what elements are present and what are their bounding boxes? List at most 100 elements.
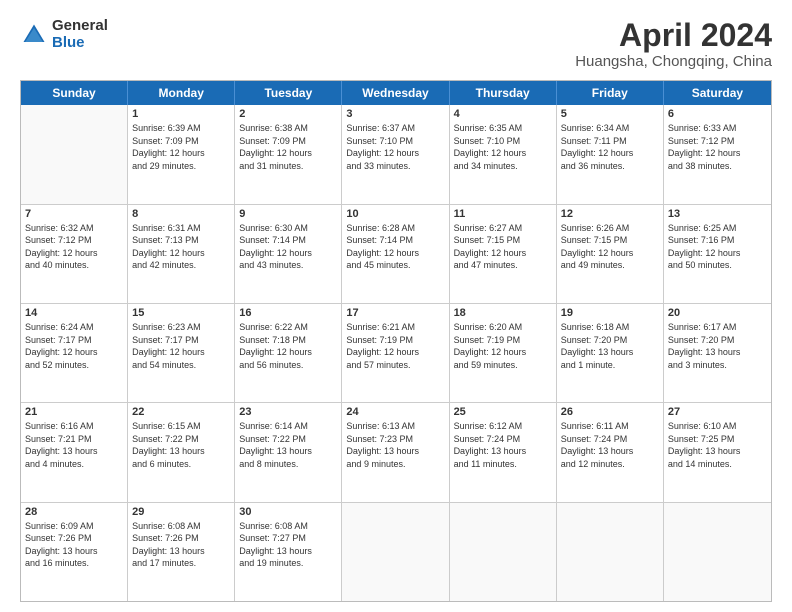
day-number: 24 bbox=[346, 406, 444, 418]
calendar-cell: 17Sunrise: 6:21 AMSunset: 7:19 PMDayligh… bbox=[342, 304, 449, 402]
cell-info-line: Daylight: 12 hours bbox=[25, 346, 123, 359]
calendar-cell: 14Sunrise: 6:24 AMSunset: 7:17 PMDayligh… bbox=[21, 304, 128, 402]
cell-info-line: Sunset: 7:13 PM bbox=[132, 234, 230, 247]
day-header: Monday bbox=[128, 81, 235, 105]
cell-info-line: Daylight: 12 hours bbox=[561, 247, 659, 260]
cell-info-line: and 11 minutes. bbox=[454, 458, 552, 471]
calendar-cell bbox=[342, 503, 449, 601]
cell-info-line: Sunrise: 6:18 AM bbox=[561, 321, 659, 334]
cell-info-line: Daylight: 13 hours bbox=[132, 545, 230, 558]
cell-info-line: and 45 minutes. bbox=[346, 259, 444, 272]
day-number: 17 bbox=[346, 307, 444, 319]
cell-info-line: Sunset: 7:27 PM bbox=[239, 532, 337, 545]
calendar-cell: 19Sunrise: 6:18 AMSunset: 7:20 PMDayligh… bbox=[557, 304, 664, 402]
calendar-cell: 1Sunrise: 6:39 AMSunset: 7:09 PMDaylight… bbox=[128, 105, 235, 203]
cell-info-line: Sunset: 7:10 PM bbox=[346, 135, 444, 148]
cell-info-line: Daylight: 12 hours bbox=[25, 247, 123, 260]
cell-info-line: Sunrise: 6:37 AM bbox=[346, 122, 444, 135]
cell-info-line: Daylight: 13 hours bbox=[346, 445, 444, 458]
day-header: Thursday bbox=[450, 81, 557, 105]
cell-info-line: Daylight: 13 hours bbox=[561, 346, 659, 359]
cell-info-line: and 38 minutes. bbox=[668, 160, 767, 173]
day-number: 23 bbox=[239, 406, 337, 418]
cell-info-line: Sunrise: 6:39 AM bbox=[132, 122, 230, 135]
day-number: 1 bbox=[132, 108, 230, 120]
day-number: 12 bbox=[561, 208, 659, 220]
logo-general: General bbox=[52, 18, 108, 35]
day-number: 15 bbox=[132, 307, 230, 319]
cell-info-line: Sunrise: 6:22 AM bbox=[239, 321, 337, 334]
calendar-cell: 7Sunrise: 6:32 AMSunset: 7:12 PMDaylight… bbox=[21, 205, 128, 303]
cell-info-line: Sunset: 7:09 PM bbox=[239, 135, 337, 148]
cell-info-line: Daylight: 13 hours bbox=[25, 545, 123, 558]
cell-info-line: Sunrise: 6:13 AM bbox=[346, 420, 444, 433]
calendar-cell: 22Sunrise: 6:15 AMSunset: 7:22 PMDayligh… bbox=[128, 403, 235, 501]
cell-info-line: Sunset: 7:20 PM bbox=[561, 334, 659, 347]
day-number: 30 bbox=[239, 506, 337, 518]
cell-info-line: Sunset: 7:14 PM bbox=[239, 234, 337, 247]
cell-info-line: and 4 minutes. bbox=[25, 458, 123, 471]
cell-info-line: Sunset: 7:19 PM bbox=[346, 334, 444, 347]
day-number: 11 bbox=[454, 208, 552, 220]
cell-info-line: Sunrise: 6:15 AM bbox=[132, 420, 230, 433]
cell-info-line: and 33 minutes. bbox=[346, 160, 444, 173]
cell-info-line: and 34 minutes. bbox=[454, 160, 552, 173]
calendar-cell: 25Sunrise: 6:12 AMSunset: 7:24 PMDayligh… bbox=[450, 403, 557, 501]
cell-info-line: Daylight: 12 hours bbox=[239, 346, 337, 359]
calendar-cell: 26Sunrise: 6:11 AMSunset: 7:24 PMDayligh… bbox=[557, 403, 664, 501]
calendar-cell: 9Sunrise: 6:30 AMSunset: 7:14 PMDaylight… bbox=[235, 205, 342, 303]
cell-info-line: Daylight: 12 hours bbox=[346, 247, 444, 260]
calendar-cell: 8Sunrise: 6:31 AMSunset: 7:13 PMDaylight… bbox=[128, 205, 235, 303]
calendar-cell: 23Sunrise: 6:14 AMSunset: 7:22 PMDayligh… bbox=[235, 403, 342, 501]
cell-info-line: Sunset: 7:20 PM bbox=[668, 334, 767, 347]
cell-info-line: Sunrise: 6:17 AM bbox=[668, 321, 767, 334]
calendar-cell: 29Sunrise: 6:08 AMSunset: 7:26 PMDayligh… bbox=[128, 503, 235, 601]
calendar-cell bbox=[557, 503, 664, 601]
cell-info-line: and 40 minutes. bbox=[25, 259, 123, 272]
cell-info-line: Sunset: 7:15 PM bbox=[454, 234, 552, 247]
cell-info-line: Daylight: 13 hours bbox=[454, 445, 552, 458]
logo: General Blue bbox=[20, 18, 108, 51]
cell-info-line: and 31 minutes. bbox=[239, 160, 337, 173]
day-number: 28 bbox=[25, 506, 123, 518]
cell-info-line: Sunrise: 6:27 AM bbox=[454, 222, 552, 235]
day-header: Saturday bbox=[664, 81, 771, 105]
cell-info-line: Sunset: 7:26 PM bbox=[132, 532, 230, 545]
cell-info-line: Daylight: 12 hours bbox=[668, 247, 767, 260]
cell-info-line: Daylight: 12 hours bbox=[668, 147, 767, 160]
calendar-cell bbox=[664, 503, 771, 601]
cell-info-line: Daylight: 12 hours bbox=[454, 346, 552, 359]
cell-info-line: Sunrise: 6:12 AM bbox=[454, 420, 552, 433]
cell-info-line: Daylight: 12 hours bbox=[132, 147, 230, 160]
cell-info-line: Sunrise: 6:14 AM bbox=[239, 420, 337, 433]
cell-info-line: and 36 minutes. bbox=[561, 160, 659, 173]
calendar-cell: 16Sunrise: 6:22 AMSunset: 7:18 PMDayligh… bbox=[235, 304, 342, 402]
calendar-cell: 13Sunrise: 6:25 AMSunset: 7:16 PMDayligh… bbox=[664, 205, 771, 303]
cell-info-line: Sunset: 7:14 PM bbox=[346, 234, 444, 247]
cell-info-line: Sunrise: 6:10 AM bbox=[668, 420, 767, 433]
cell-info-line: Sunrise: 6:16 AM bbox=[25, 420, 123, 433]
day-number: 21 bbox=[25, 406, 123, 418]
cell-info-line: Sunrise: 6:32 AM bbox=[25, 222, 123, 235]
cell-info-line: and 17 minutes. bbox=[132, 557, 230, 570]
cell-info-line: Sunrise: 6:31 AM bbox=[132, 222, 230, 235]
calendar-body: 1 Sunrise: 6:39 AM Sunset: 7:09 PM Daylight… bbox=[21, 105, 771, 601]
cell-info-line: and 14 minutes. bbox=[668, 458, 767, 471]
calendar-cell: 18Sunrise: 6:20 AMSunset: 7:19 PMDayligh… bbox=[450, 304, 557, 402]
cell-info-line: Sunrise: 6:26 AM bbox=[561, 222, 659, 235]
day-header: Sunday bbox=[21, 81, 128, 105]
day-number: 25 bbox=[454, 406, 552, 418]
cell-info-line: Sunrise: 6:23 AM bbox=[132, 321, 230, 334]
day-number: 29 bbox=[132, 506, 230, 518]
cell-info-line: Daylight: 12 hours bbox=[561, 147, 659, 160]
calendar-week: 14Sunrise: 6:24 AMSunset: 7:17 PMDayligh… bbox=[21, 304, 771, 403]
calendar-cell: 27Sunrise: 6:10 AMSunset: 7:25 PMDayligh… bbox=[664, 403, 771, 501]
cell-info-line: Daylight: 13 hours bbox=[668, 346, 767, 359]
header: General Blue April 2024 Huangsha, Chongq… bbox=[20, 18, 772, 70]
calendar-cell bbox=[21, 105, 128, 203]
calendar-cell: 2Sunrise: 6:38 AMSunset: 7:09 PMDaylight… bbox=[235, 105, 342, 203]
cell-info-line: Daylight: 12 hours bbox=[454, 247, 552, 260]
day-number: 6 bbox=[668, 108, 767, 120]
day-number: 26 bbox=[561, 406, 659, 418]
day-number: 16 bbox=[239, 307, 337, 319]
